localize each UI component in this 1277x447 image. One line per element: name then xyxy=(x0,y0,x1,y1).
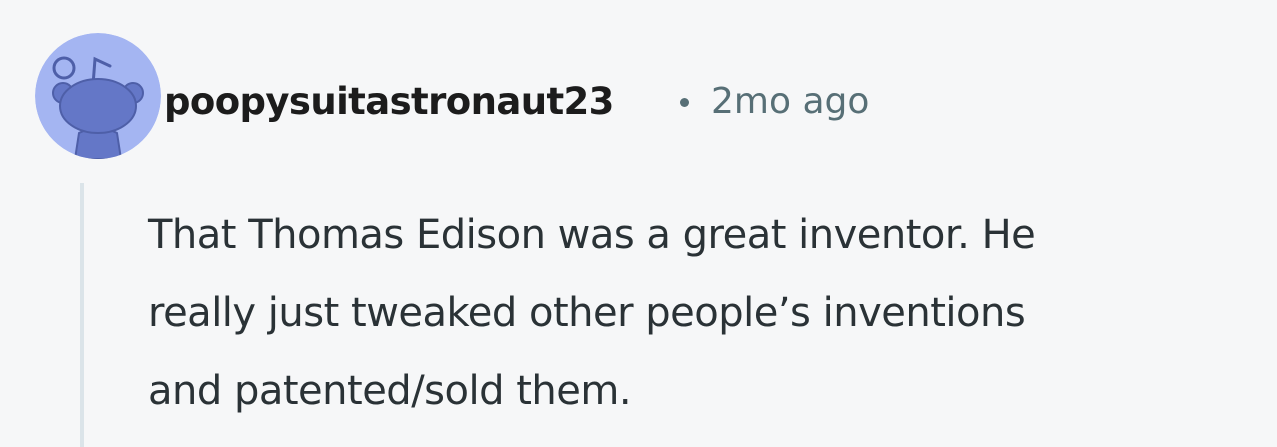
comment: poopysuitastronaut23 2mo ago That Thomas… xyxy=(0,0,1277,447)
comment-body-line: and patented/sold them. xyxy=(148,368,632,414)
comment-body-line: That Thomas Edison was a great inventor.… xyxy=(148,212,1036,258)
thread-line[interactable] xyxy=(80,183,84,447)
comment-body: That Thomas Edison was a great inventor.… xyxy=(148,196,1273,430)
comment-timestamp[interactable]: 2mo ago xyxy=(711,78,869,126)
comment-body-line: really just tweaked other people’s inven… xyxy=(148,290,1026,336)
user-avatar[interactable] xyxy=(35,33,161,159)
comment-author[interactable]: poopysuitastronaut23 xyxy=(164,78,614,126)
meta-separator-dot xyxy=(680,98,689,107)
snoo-avatar-icon xyxy=(35,33,161,159)
